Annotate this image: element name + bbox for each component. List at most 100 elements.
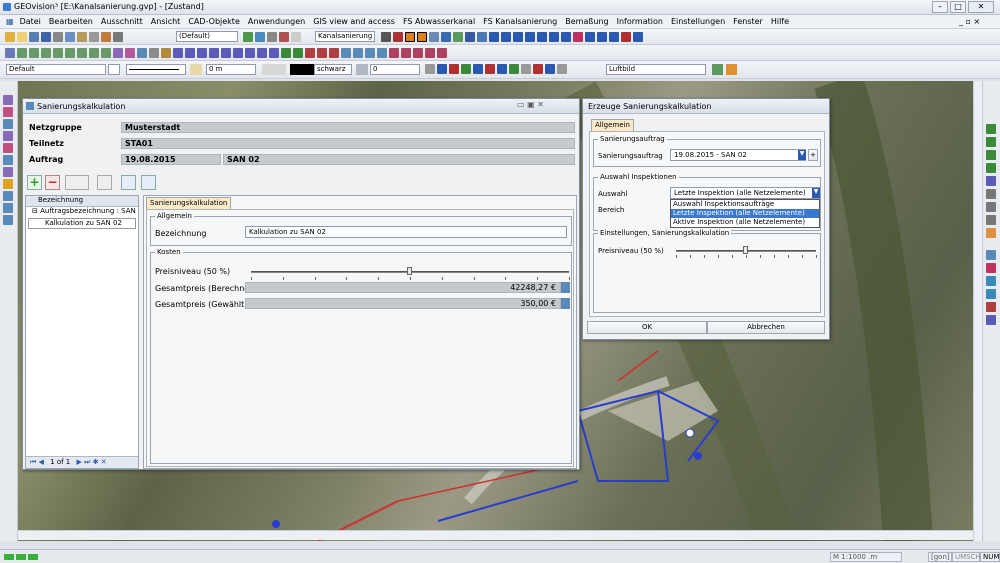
chevron-down-icon[interactable]: ▼ — [798, 150, 806, 160]
left-toolbar[interactable] — [0, 81, 18, 541]
cancel-button[interactable]: Abbrechen — [707, 321, 825, 334]
edit-price-icon[interactable] — [561, 298, 570, 309]
menu-bearbeiten[interactable]: Bearbeiten — [45, 15, 97, 28]
calc-window-titlebar[interactable]: Sanierungskalkulation ▭ ▣ ✕ — [23, 99, 579, 114]
gesamtpreis-gewaehlt-value[interactable]: 350,00 € — [245, 298, 561, 309]
dropdown-option-aktive[interactable]: Aktive Inspektion (alle Netzelemente) — [671, 218, 819, 227]
offset-input[interactable]: 0 m — [206, 64, 256, 75]
dialog-titlebar[interactable]: Erzeuge Sanierungskalkulation — [583, 99, 829, 114]
auswahl-chevron-icon[interactable]: ▼ — [812, 188, 820, 198]
tree-panel: Bezeichnung ⊟ Auftragsbezeichnung : SAN … — [25, 195, 139, 469]
menu-ansicht[interactable]: Ansicht — [147, 15, 185, 28]
teilnetz-value: STA01 — [121, 138, 575, 149]
print-icon[interactable] — [65, 175, 89, 190]
menu-gis[interactable]: GIS view and access — [309, 15, 399, 28]
layer-select[interactable]: Default — [6, 64, 106, 75]
auswahl-label: Auswahl — [598, 190, 628, 198]
menu-bemassung[interactable]: Bemaßung — [561, 15, 612, 28]
menu-anwendungen[interactable]: Anwendungen — [244, 15, 309, 28]
group-kosten: Kosten Preisniveau (50 %) Gesamtpreis (B… — [150, 248, 572, 464]
status-num: NUM — [980, 552, 1000, 562]
auswahl-select[interactable]: Letzte Inspektion (alle Netzelemente) — [670, 187, 820, 199]
delete-icon[interactable]: − — [45, 175, 60, 190]
color-tools[interactable] — [262, 64, 286, 75]
calc-window-controls[interactable]: ▭ ▣ ✕ — [517, 100, 544, 109]
auftrag-label: Auftrag — [29, 155, 64, 164]
dropdown-option-auftraege[interactable]: Auswahl Inspektionsaufträge — [671, 200, 819, 209]
mdi-controls[interactable]: _ ▫ × — [955, 15, 984, 28]
minimize-button[interactable]: – — [932, 1, 948, 13]
close-button[interactable]: ✕ — [968, 1, 994, 13]
ok-button[interactable]: OK — [587, 321, 707, 334]
add-order-button[interactable]: + — [808, 149, 818, 161]
lineweight-icon[interactable] — [356, 64, 368, 75]
teilnetz-label: Teilnetz — [29, 139, 64, 148]
toolbar-3: Default 0 m schwarz 0 Luftbild — [0, 61, 1000, 79]
menu-cad-objekte[interactable]: CAD-Objekte — [184, 15, 244, 28]
gesamtpreis-gewaehlt-label: Gesamtpreis (Gewählt) — [155, 300, 248, 309]
raster-icon[interactable] — [712, 64, 723, 75]
symbol-tools[interactable] — [424, 61, 594, 79]
doc-icon: ▦ — [6, 17, 14, 26]
add-icon[interactable]: + — [27, 175, 42, 190]
calc-button-icon[interactable] — [561, 282, 570, 293]
pager-next-icon[interactable]: ▶ ⏭ ✱ ✕ — [73, 458, 107, 466]
module-tools[interactable] — [380, 29, 740, 45]
group-einstellungen: Einstellungen, Sanierungskalkulation Pre… — [593, 229, 821, 313]
tree-pager: ⏮ ◀ 1 of 1 ▶ ⏭ ✱ ✕ — [26, 456, 138, 468]
map-icon[interactable] — [121, 175, 136, 190]
app-titlebar: GEOvision³ [E:\Kanalsanierung.gvp] - [Zu… — [0, 0, 1000, 15]
link-icon[interactable] — [97, 175, 112, 190]
gesamtpreis-berechnet-label: Gesamtpreis (Berechnet) — [155, 284, 256, 293]
dialog-preisniveau-label: Preisniveau (50 %) — [598, 247, 664, 255]
standard-tools[interactable] — [4, 29, 174, 45]
bezeichnung-label: Bezeichnung — [155, 229, 207, 238]
menu-hilfe[interactable]: Hilfe — [767, 15, 793, 28]
menu-information[interactable]: Information — [613, 15, 667, 28]
group-auswahl-inspektionen: Auswahl Inspektionen Auswahl Letzte Insp… — [593, 173, 821, 231]
map-vertical-scrollbar[interactable] — [973, 81, 982, 541]
right-toolbar[interactable] — [982, 81, 1000, 541]
menu-einstellungen[interactable]: Einstellungen — [667, 15, 729, 28]
menu-fenster[interactable]: Fenster — [729, 15, 767, 28]
status-scale: M 1:1000 .m — [830, 552, 902, 562]
menu-fs-abwasserkanal[interactable]: FS Abwasserkanal — [399, 15, 479, 28]
number-input[interactable]: 0 — [370, 64, 420, 75]
module-select[interactable]: Kanalsanierung — [315, 31, 375, 42]
dropdown-option-letzte[interactable]: Letzte Inspektion (alle Netzelemente) — [671, 209, 819, 218]
pager-text: 1 of 1 — [50, 458, 71, 466]
linetype-select[interactable] — [126, 64, 186, 75]
gesamtpreis-berechnet-value: 42248,27 € — [245, 282, 561, 293]
group-allgemein: Allgemein Bezeichnung Kalkulation zu SAN… — [150, 212, 572, 246]
tab-allgemein[interactable]: Allgemein — [591, 119, 634, 131]
zoom-to-icon[interactable] — [141, 175, 156, 190]
bezeichnung-input[interactable]: Kalkulation zu SAN 02 — [245, 226, 567, 238]
preisniveau-slider-thumb[interactable] — [407, 267, 412, 275]
raster-settings-icon[interactable] — [726, 64, 737, 75]
draw-tools[interactable] — [4, 45, 624, 61]
sanierungsauftrag-select[interactable]: 19.08.2015 - SAN 02 — [670, 149, 806, 161]
layer-lock-icon[interactable] — [108, 64, 120, 75]
status-bar: M 1:1000 .m [gon] UMSCH NUM — [0, 549, 1000, 563]
color-select[interactable]: schwarz — [314, 64, 352, 75]
view-select[interactable]: (Default) — [176, 31, 238, 42]
calc-window: Sanierungskalkulation ▭ ▣ ✕ Netzgruppe M… — [22, 98, 580, 470]
menu-ausschnitt[interactable]: Ausschnitt — [97, 15, 147, 28]
pager-first-icon[interactable]: ⏮ ◀ — [26, 458, 44, 466]
linestyle-icon[interactable] — [190, 64, 202, 75]
tab-sanierungskalkulation[interactable]: Sanierungskalkulation — [146, 197, 232, 209]
color-swatch[interactable] — [290, 64, 314, 75]
app-title: GEOvision³ [E:\Kanalsanierung.gvp] - [Zu… — [14, 2, 204, 11]
background-select[interactable]: Luftbild — [606, 64, 706, 75]
preisniveau-ticks — [251, 277, 570, 280]
dialog-preisniveau-thumb[interactable] — [743, 246, 748, 254]
netzgruppe-value: Musterstadt — [121, 122, 575, 133]
map-horizontal-scrollbar[interactable] — [18, 530, 973, 540]
view-tools[interactable] — [242, 29, 312, 45]
maximize-button[interactable]: □ — [950, 1, 966, 13]
tree-item-kalkulation[interactable]: Kalkulation zu SAN 02 — [28, 218, 136, 229]
tree-item-auftrag[interactable]: ⊟ Auftragsbezeichnung : SAN 02 — [26, 207, 138, 218]
menu-fs-kanalsanierung[interactable]: FS Kanalsanierung — [479, 15, 561, 28]
calc-window-title: Sanierungskalkulation — [37, 102, 126, 111]
menu-datei[interactable]: Datei — [16, 15, 45, 28]
